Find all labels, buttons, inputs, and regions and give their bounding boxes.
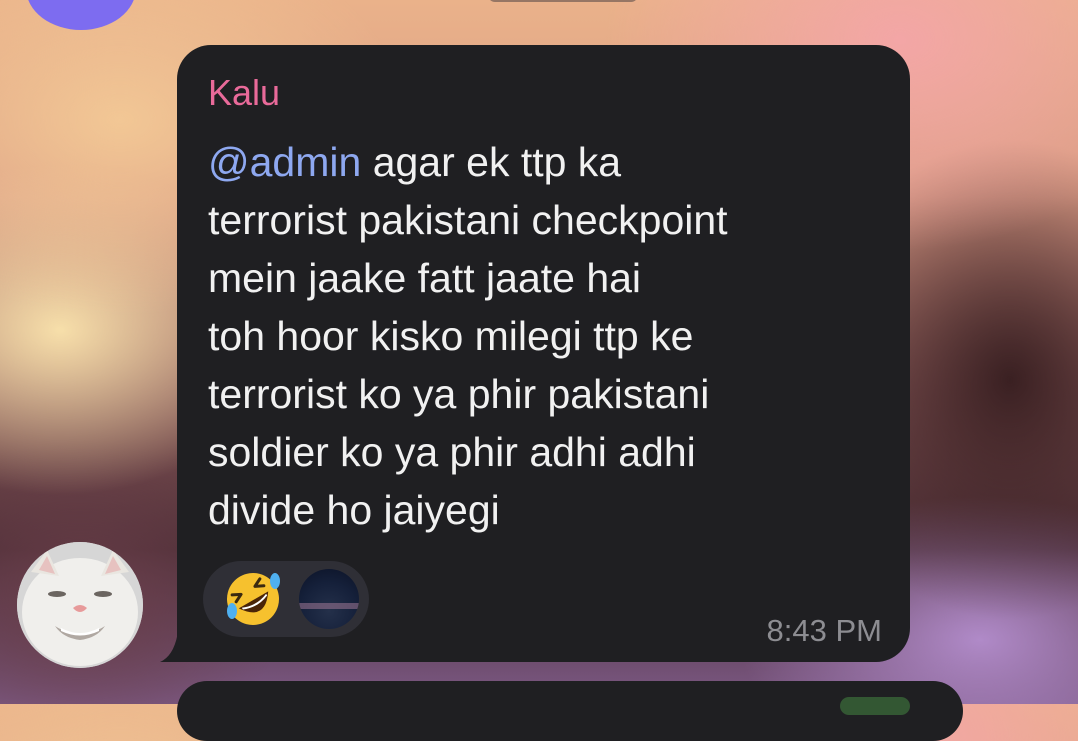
message-line: @admin agar ek ttp ka <box>208 133 888 191</box>
mention-link[interactable]: @admin <box>208 139 361 185</box>
next-message-accent <box>840 697 910 715</box>
sender-name[interactable]: Kalu <box>208 71 280 115</box>
previous-message-fragment <box>488 0 638 2</box>
reactor-avatar[interactable] <box>299 569 359 629</box>
previous-sender-avatar[interactable] <box>26 0 136 30</box>
sender-avatar[interactable] <box>17 542 143 668</box>
message-line: mein jaake fatt jaate hai <box>208 255 642 301</box>
cat-face-icon <box>17 542 143 668</box>
message-line: terrorist pakistani checkpoint <box>208 197 728 243</box>
message-line: soldier ko ya phir adhi adhi <box>208 429 696 475</box>
message-bubble[interactable]: Kalu @admin agar ek ttp ka terrorist pak… <box>177 45 910 662</box>
message-text: @admin agar ek ttp ka terrorist pakistan… <box>208 133 888 539</box>
message-line: toh hoor kisko milegi ttp ke <box>208 313 694 359</box>
message-line-text: agar ek ttp ka <box>361 139 622 185</box>
reactions-pill[interactable] <box>203 561 369 637</box>
rolling-on-the-floor-laughing-icon <box>227 573 280 625</box>
message-line: terrorist ko ya phir pakistani <box>208 371 710 417</box>
message-line: divide ho jaiyegi <box>208 487 500 533</box>
message-timestamp: 8:43 PM <box>766 613 882 648</box>
